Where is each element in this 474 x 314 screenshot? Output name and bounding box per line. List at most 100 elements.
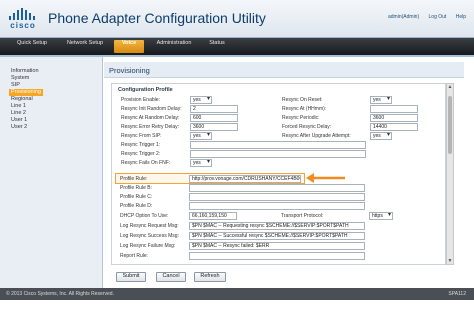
sidebar-item-provisioning[interactable]: Provisioning	[9, 89, 43, 96]
form-row-profile-rule-d: Profile Rule D:	[111, 202, 446, 210]
sidebar-item-information[interactable]: Information	[11, 68, 39, 75]
field-label: Resync Init Random Delay:	[121, 106, 182, 112]
copyright-text: © 2013 Cisco Systems, Inc. All Rights Re…	[6, 291, 114, 297]
profile-rule-c-input[interactable]	[189, 193, 365, 201]
sidebar-item-user-1[interactable]: User 1	[11, 117, 27, 124]
sidebar-item-regional[interactable]: Regional	[11, 96, 33, 103]
form-row-dhcp: DHCP Option To Use: 66,160,159,150 Trans…	[111, 212, 446, 220]
form-row-trigger-2: Resync Trigger 2:	[112, 150, 447, 158]
resync-at-random-delay-input[interactable]: 600	[190, 114, 238, 122]
resync-periodic-input[interactable]: 3600	[370, 114, 418, 122]
scroll-down-icon[interactable]: ▼	[447, 258, 453, 264]
field-label: Resync Trigger 1:	[121, 142, 161, 148]
field-label: DHCP Option To Use:	[120, 213, 169, 219]
footer: © 2013 Cisco Systems, Inc. All Rights Re…	[0, 288, 474, 300]
submit-button[interactable]: Submit	[116, 272, 146, 282]
refresh-button[interactable]: Refresh	[194, 272, 226, 282]
field-label: Resync Periodic:	[282, 115, 320, 121]
field-label: Profile Rule C:	[120, 194, 153, 200]
cisco-logo: cisco	[6, 8, 40, 34]
tab-status[interactable]: Status	[204, 40, 230, 53]
sidebar-item-sip[interactable]: SIP	[11, 82, 20, 89]
sidebar: Information System SIP Provisioning Regi…	[0, 57, 103, 290]
sidebar-item-line-1[interactable]: Line 1	[11, 103, 26, 110]
forced-resync-delay-input[interactable]: 14400	[370, 123, 418, 131]
form-row-log-success: Log Resync Success Msg: $PN $MAC -- Succ…	[111, 232, 446, 240]
form-row-resync-at-random: Resync At Random Delay: 600 Resync Perio…	[112, 114, 447, 122]
tab-voice[interactable]: Voice	[114, 40, 144, 53]
field-label: Transport Protocol:	[281, 213, 324, 219]
field-label: Forced Resync Delay:	[282, 124, 332, 130]
form-row-report-rule: Report Rule:	[111, 252, 446, 260]
field-label: Resync On Reset:	[282, 97, 323, 103]
device-model: SPA112	[448, 291, 466, 297]
sidebar-item-user-2[interactable]: User 2	[11, 124, 27, 131]
field-label: Provision Enable:	[121, 97, 160, 103]
resync-fails-on-fnf-select[interactable]: yes	[190, 159, 212, 167]
field-label: Resync From SIP:	[121, 133, 162, 139]
log-resync-failure-input[interactable]: $PN $MAC -- Resync failed: $ERR	[189, 242, 365, 250]
field-label: Resync At (HHmm):	[282, 106, 327, 112]
resync-after-upgrade-select[interactable]: yes	[370, 132, 392, 140]
provision-enable-select[interactable]: yes	[190, 96, 212, 104]
app-header: cisco Phone Adapter Configuration Utilit…	[0, 0, 474, 38]
field-label: Resync Fails On FNF:	[121, 160, 171, 166]
field-label: Resync After Upgrade Attempt:	[282, 133, 351, 139]
cancel-button[interactable]: Cancel	[156, 272, 186, 282]
profile-rule-input[interactable]: http://prov.vonage.com/CDRUSHANY/CCEF4B0…	[189, 175, 301, 183]
profile-rule-d-input[interactable]	[189, 202, 365, 210]
form-row-resync-init: Resync Init Random Delay: 2 Resync At (H…	[112, 105, 447, 113]
form-row-log-request: Log Resync Request Msg: $PN $MAC -- Requ…	[111, 222, 446, 230]
form-row-resync-error: Resync Error Retry Delay: 3600 Forced Re…	[112, 123, 447, 131]
current-user: admin(Admin)	[388, 14, 420, 20]
form-row-profile-rule-b: Profile Rule B:	[111, 184, 446, 192]
form-row-profile-rule-c: Profile Rule C:	[111, 193, 446, 201]
tab-administration[interactable]: Administration	[150, 40, 198, 53]
field-label: Log Resync Success Msg:	[120, 233, 179, 239]
log-resync-success-input[interactable]: $PN $MAC -- Successful resync $SCHEME://…	[189, 232, 365, 240]
page-title: Provisioning	[109, 66, 150, 75]
content-header: Provisioning	[104, 62, 464, 78]
resync-error-retry-delay-input[interactable]: 3600	[190, 123, 238, 131]
user-links: admin(Admin) Log Out Help	[380, 14, 466, 24]
field-label: Profile Rule:	[120, 176, 148, 182]
field-label: Resync Error Retry Delay:	[121, 124, 180, 130]
scroll-up-icon[interactable]: ▲	[447, 84, 453, 90]
cisco-logo-bars-icon	[8, 8, 38, 20]
scrollbar-thumb[interactable]	[448, 96, 452, 154]
dhcp-option-input[interactable]: 66,160,159,150	[189, 212, 237, 220]
field-label: Profile Rule B:	[120, 185, 152, 191]
field-label: Log Resync Request Msg:	[120, 223, 179, 229]
resync-from-sip-select[interactable]: yes	[190, 132, 212, 140]
tab-network-setup[interactable]: Network Setup	[60, 40, 110, 53]
form-row-resync-from-sip: Resync From SIP: yes Resync After Upgrad…	[112, 132, 447, 140]
field-label: Resync At Random Delay:	[121, 115, 180, 121]
field-label: Log Resync Failure Msg:	[120, 243, 176, 249]
field-label: Profile Rule D:	[120, 203, 153, 209]
resync-on-reset-select[interactable]: yes	[370, 96, 392, 104]
logout-link[interactable]: Log Out	[429, 14, 447, 20]
sidebar-item-line-2[interactable]: Line 2	[11, 110, 26, 117]
transport-protocol-select[interactable]: https	[369, 212, 393, 220]
resync-init-random-delay-input[interactable]: 2	[190, 105, 238, 113]
cisco-logo-word: cisco	[10, 21, 36, 30]
form-row-profile-rule: Profile Rule: http://prov.vonage.com/CDR…	[111, 175, 446, 183]
help-link[interactable]: Help	[456, 14, 466, 20]
resync-trigger-2-input[interactable]	[190, 150, 366, 158]
profile-rule-b-input[interactable]	[189, 184, 365, 192]
resync-trigger-1-input[interactable]	[190, 141, 366, 149]
log-resync-request-input[interactable]: $PN $MAC -- Requesting resync $SCHEME://…	[189, 222, 365, 230]
app-title: Phone Adapter Configuration Utility	[48, 10, 266, 26]
sidebar-item-system[interactable]: System	[11, 75, 29, 82]
main-nav: Quick Setup Network Setup Voice Administ…	[0, 38, 474, 55]
section-title: Configuration Profile	[118, 87, 173, 93]
tab-quick-setup[interactable]: Quick Setup	[10, 40, 54, 53]
form-row-fails-on-fnf: Resync Fails On FNF: yes	[112, 159, 447, 167]
resync-at-input[interactable]	[370, 105, 418, 113]
field-label: Resync Trigger 2:	[121, 151, 161, 157]
form-row-log-failure: Log Resync Failure Msg: $PN $MAC -- Resy…	[111, 242, 446, 250]
form-row-provision-enable: Provision Enable: yes Resync On Reset: y…	[112, 96, 447, 104]
form-row-trigger-1: Resync Trigger 1:	[112, 141, 447, 149]
content-scrollbar[interactable]: ▲ ▼	[446, 83, 454, 265]
report-rule-input[interactable]	[189, 252, 365, 260]
